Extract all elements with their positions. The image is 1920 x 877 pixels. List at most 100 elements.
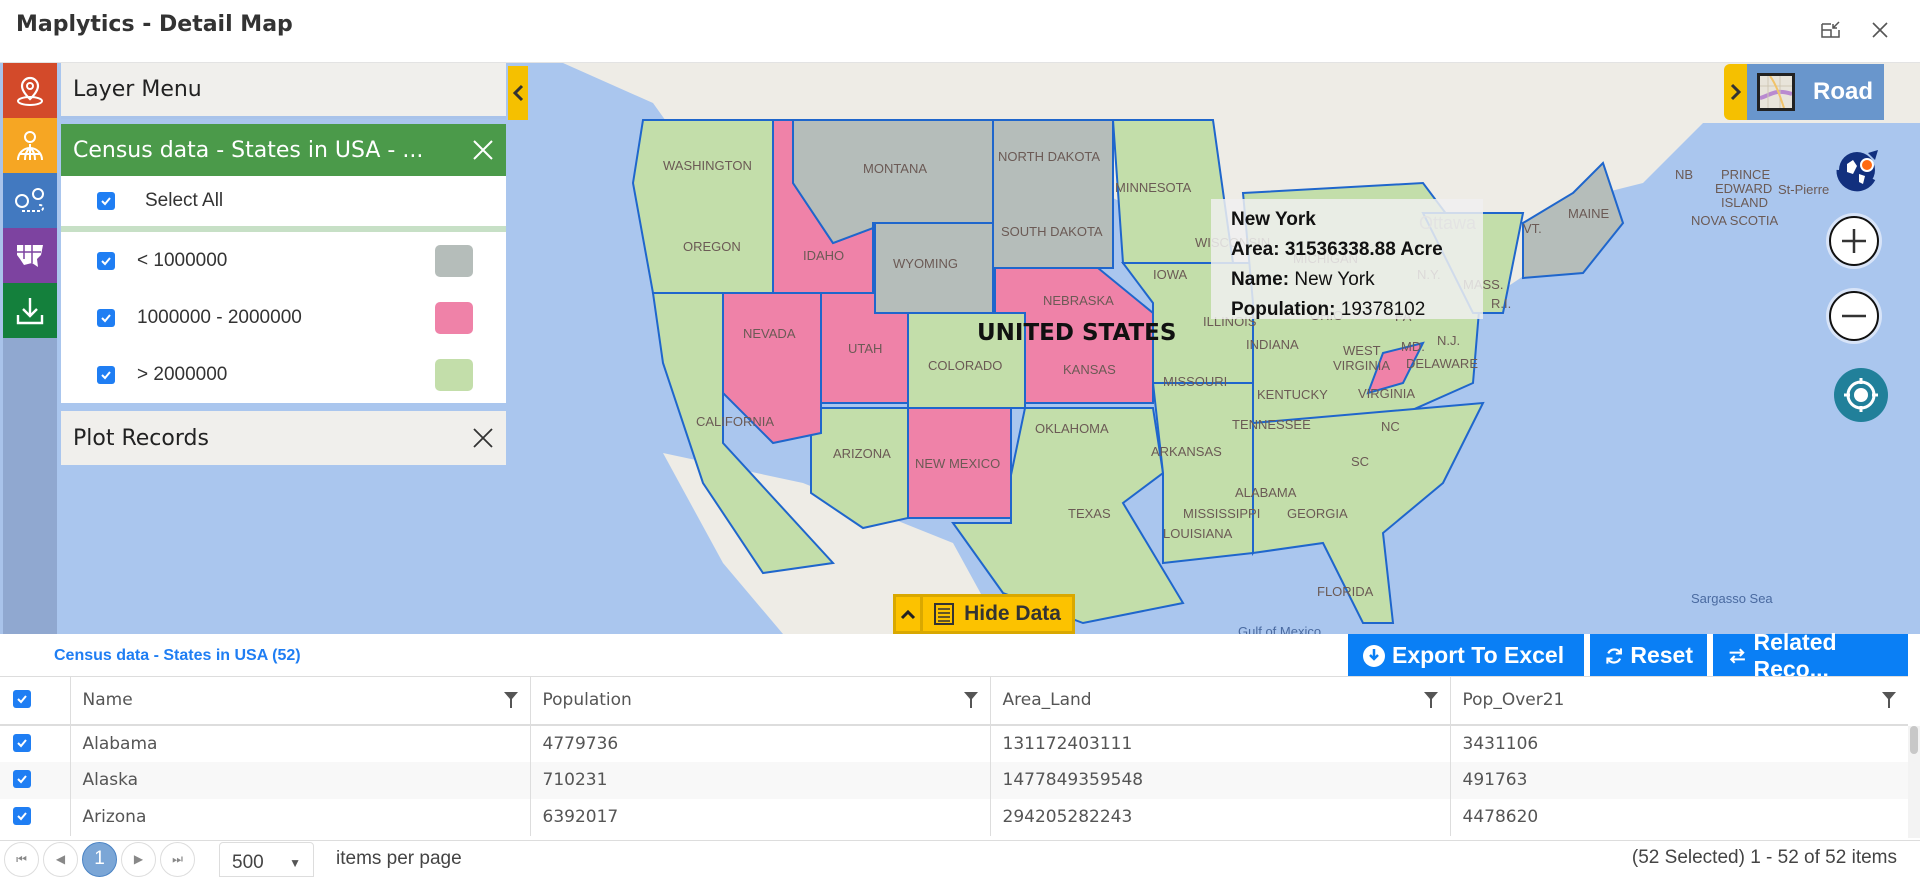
svg-text:EDWARD: EDWARD: [1715, 181, 1772, 196]
filter-icon[interactable]: [963, 692, 978, 709]
filter-icon[interactable]: [503, 692, 518, 709]
grid-scrollbar[interactable]: [1908, 726, 1920, 838]
reset-button[interactable]: Reset: [1590, 634, 1707, 677]
swap-arrows-icon: [1729, 647, 1745, 664]
svg-text:ARKANSAS: ARKANSAS: [1151, 444, 1222, 459]
row-checkbox[interactable]: [13, 807, 31, 825]
svg-text:MISSISSIPPI: MISSISSIPPI: [1183, 506, 1260, 521]
legend-swatch: [435, 358, 473, 391]
legend-item[interactable]: < 1000000: [61, 232, 506, 289]
select-all-row[interactable]: Select All: [61, 176, 506, 232]
svg-text:ALABAMA: ALABAMA: [1235, 485, 1297, 500]
map-refresh-button[interactable]: [1827, 140, 1887, 205]
plot-records-header[interactable]: Plot Records: [61, 411, 506, 465]
legend-label: 1000000 - 2000000: [137, 306, 302, 328]
globe-refresh-icon: [1836, 150, 1878, 192]
svg-text:NEW MEXICO: NEW MEXICO: [915, 456, 1000, 471]
column-label: Pop_Over21: [1462, 690, 1565, 711]
sidebar-item-layers[interactable]: [3, 63, 57, 118]
hide-data-control[interactable]: Hide Data: [893, 594, 1075, 634]
select-all-checkbox[interactable]: [97, 192, 115, 210]
page-size-select[interactable]: 500 ▼: [219, 841, 314, 877]
collapse-panel-button[interactable]: [508, 66, 528, 120]
hide-data-button[interactable]: Hide Data: [923, 597, 1072, 631]
close-button[interactable]: [1862, 12, 1898, 48]
table-row[interactable]: Alabama 4779736 131172403111 3431106: [0, 724, 1908, 762]
layer-header[interactable]: Census data - States in USA - ...: [61, 124, 506, 176]
cell-pop-over21: 4478620: [1449, 798, 1908, 836]
chevron-right-icon: [1730, 83, 1741, 101]
svg-text:PRINCE: PRINCE: [1721, 167, 1770, 182]
records-table: Name Population Area_Land Pop_Over21 Ala…: [0, 676, 1908, 836]
sidebar-item-territory[interactable]: [3, 118, 57, 173]
sidebar-item-download[interactable]: [3, 283, 57, 338]
legend-item[interactable]: > 2000000: [61, 346, 506, 403]
cell-pop-over21: 3431106: [1449, 724, 1908, 762]
cell-population: 710231: [529, 761, 990, 799]
check-icon: [17, 812, 27, 821]
column-header-pop-over21[interactable]: Pop_Over21: [1449, 676, 1908, 725]
legend-list: Select All < 1000000 1000000 - 2000000 >…: [61, 176, 506, 403]
close-icon[interactable]: [472, 427, 494, 449]
zoom-in-button[interactable]: [1826, 213, 1882, 269]
first-page-button[interactable]: ⏮: [4, 841, 39, 877]
column-header-area-land[interactable]: Area_Land: [989, 676, 1450, 725]
column-header-name[interactable]: Name: [69, 676, 530, 725]
expand-grid-button[interactable]: [896, 597, 920, 631]
svg-text:NB: NB: [1675, 167, 1693, 182]
tooltip-area-label: Area:: [1231, 239, 1280, 260]
export-to-excel-button[interactable]: Export To Excel: [1348, 634, 1584, 677]
legend-label: < 1000000: [137, 249, 228, 271]
page-button[interactable]: 1: [82, 841, 117, 877]
svg-text:IOWA: IOWA: [1153, 267, 1188, 282]
select-all-label: Select All: [145, 190, 224, 211]
zoom-out-button[interactable]: [1826, 288, 1882, 344]
svg-text:WYOMING: WYOMING: [893, 256, 958, 271]
plus-icon: [1842, 229, 1866, 253]
close-icon[interactable]: [472, 139, 494, 161]
locate-button[interactable]: [1834, 368, 1888, 427]
page-number: 1: [94, 848, 105, 869]
legend-item[interactable]: 1000000 - 2000000: [61, 289, 506, 346]
dakotas-shape: [992, 119, 1114, 269]
row-checkbox[interactable]: [13, 770, 31, 788]
legend-checkbox[interactable]: [97, 308, 115, 327]
route-icon: [15, 187, 44, 212]
last-page-button[interactable]: ⏭: [160, 841, 195, 877]
map-style-selector[interactable]: Road: [1724, 64, 1884, 120]
tooltip-population-value: 19378102: [1340, 299, 1426, 320]
refresh-icon: [1606, 647, 1622, 664]
legend-checkbox[interactable]: [97, 251, 115, 270]
table-header-row: Name Population Area_Land Pop_Over21: [0, 676, 1908, 725]
next-page-button[interactable]: ▶: [121, 841, 156, 877]
filter-icon[interactable]: [1423, 692, 1438, 709]
sidebar-item-census-map[interactable]: [3, 228, 57, 283]
legend-swatch: [435, 244, 473, 277]
svg-text:KANSAS: KANSAS: [1063, 362, 1116, 377]
legend-checkbox[interactable]: [97, 365, 115, 384]
cell-name: Alaska: [69, 761, 530, 799]
filter-icon[interactable]: [1882, 692, 1896, 709]
cell-population: 6392017: [529, 798, 990, 836]
select-all-rows-checkbox[interactable]: [13, 690, 31, 709]
related-records-button[interactable]: Related Reco...: [1713, 629, 1908, 682]
table-row[interactable]: Arizona 6392017 294205282243 4478620: [0, 798, 1908, 836]
svg-text:INDIANA: INDIANA: [1246, 337, 1299, 352]
svg-text:TEXAS: TEXAS: [1068, 506, 1111, 521]
tooltip-population-label: Population:: [1231, 299, 1336, 320]
scrollbar-thumb[interactable]: [1910, 726, 1918, 754]
prev-page-button[interactable]: ◀: [43, 841, 78, 877]
row-checkbox[interactable]: [13, 733, 31, 752]
sidebar-item-route[interactable]: [3, 173, 57, 228]
state-tooltip: New York Area: 31536338.88 Acre Name: Ne…: [1211, 199, 1483, 320]
country-label: UNITED STATES: [977, 320, 1176, 346]
restore-button[interactable]: [1813, 12, 1849, 48]
svg-text:NORTH DAKOTA: NORTH DAKOTA: [998, 149, 1100, 164]
column-header-population[interactable]: Population: [529, 676, 990, 725]
grid-actions: Export To Excel Reset Related Reco...: [1348, 629, 1908, 682]
restore-icon: [1821, 21, 1840, 38]
svg-text:Sargasso Sea: Sargasso Sea: [1691, 591, 1773, 606]
svg-text:Gulf of Mexico: Gulf of Mexico: [1238, 624, 1321, 634]
table-row[interactable]: Alaska 710231 1477849359548 491763: [0, 761, 1908, 799]
svg-text:MAINE: MAINE: [1568, 206, 1610, 221]
